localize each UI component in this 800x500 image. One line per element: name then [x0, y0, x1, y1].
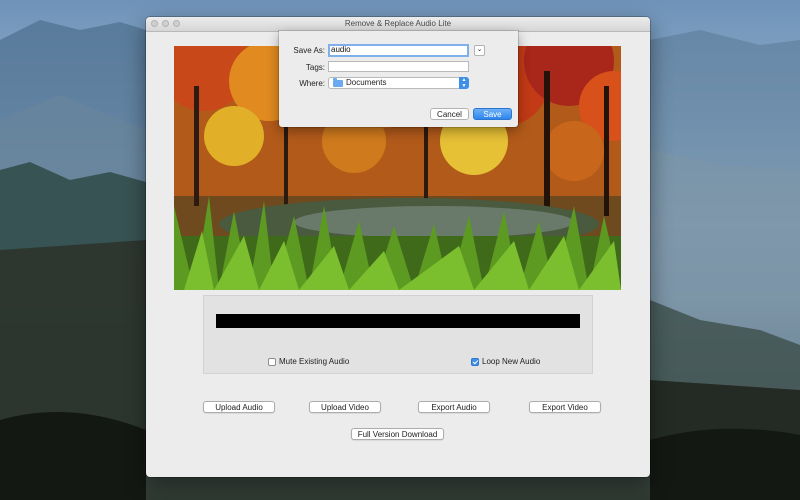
audio-controls-panel: Mute Existing Audio Loop New Audio: [203, 295, 593, 374]
tags-label: Tags:: [305, 63, 325, 72]
save-as-label: Save As:: [293, 46, 325, 55]
loop-new-audio-option[interactable]: Loop New Audio: [471, 357, 540, 366]
loop-checkbox[interactable]: [471, 357, 479, 366]
mute-label: Mute Existing Audio: [279, 357, 350, 366]
where-popup[interactable]: Documents ▲ ▼: [328, 77, 469, 89]
export-video-button[interactable]: Export Video: [529, 401, 601, 413]
expand-dialog-button[interactable]: ⌄: [474, 45, 485, 56]
save-dialog: Save As: audio ⌄ Tags: Where: Documents …: [279, 31, 518, 127]
cancel-button[interactable]: Cancel: [430, 108, 469, 120]
export-audio-button[interactable]: Export Audio: [418, 401, 490, 413]
save-button[interactable]: Save: [473, 108, 512, 120]
chevron-down-icon: ⌄: [476, 46, 483, 53]
upload-audio-button[interactable]: Upload Audio: [203, 401, 275, 413]
title-bar[interactable]: Remove & Replace Audio Lite: [146, 17, 650, 32]
loop-label: Loop New Audio: [482, 357, 541, 366]
full-version-download-button[interactable]: Full Version Download: [351, 428, 444, 440]
tags-input[interactable]: [328, 61, 469, 72]
where-value: Documents: [346, 78, 387, 87]
upload-video-button[interactable]: Upload Video: [309, 401, 381, 413]
audio-waveform-track[interactable]: [216, 314, 580, 328]
mute-existing-audio-option[interactable]: Mute Existing Audio: [268, 357, 349, 366]
where-label: Where:: [299, 79, 325, 88]
folder-icon: [333, 78, 343, 87]
popup-arrows-icon: ▲ ▼: [459, 77, 469, 89]
save-as-input[interactable]: audio: [328, 44, 469, 57]
window-title: Remove & Replace Audio Lite: [344, 19, 452, 28]
mute-checkbox[interactable]: [268, 357, 276, 366]
